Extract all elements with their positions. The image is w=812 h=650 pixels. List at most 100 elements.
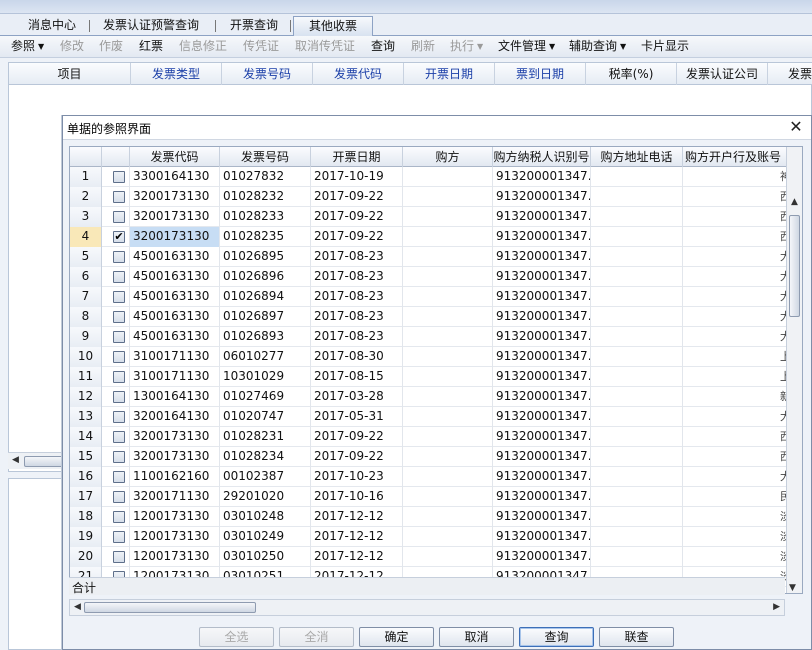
cell-issue-date[interactable]: 2017-08-23 bbox=[311, 287, 403, 307]
cell-buyer-taxid[interactable]: 913200001347… bbox=[493, 487, 591, 507]
cell-buyer-taxid[interactable]: 913200001347… bbox=[493, 167, 591, 187]
cell-buyer-taxid[interactable]: 913200001347… bbox=[493, 267, 591, 287]
scroll-left-icon[interactable]: ◀ bbox=[74, 602, 81, 612]
cell-invoice-number[interactable]: 01026894 bbox=[220, 287, 311, 307]
cell-invoice-number[interactable]: 01026895 bbox=[220, 247, 311, 267]
column-header-tax-rate[interactable]: 税率(%) bbox=[586, 63, 677, 85]
cell-buyer[interactable] bbox=[403, 287, 493, 307]
column-header-arrival-date[interactable]: 票到日期 bbox=[495, 63, 586, 85]
refresh-button[interactable]: 刷新 bbox=[411, 36, 435, 58]
ok-button[interactable]: 确定 bbox=[359, 627, 434, 647]
cell-invoice-number[interactable]: 03010250 bbox=[220, 547, 311, 567]
cell-invoice-code[interactable]: 3200173130 bbox=[130, 187, 220, 207]
cell-buyer[interactable] bbox=[403, 187, 493, 207]
scroll-left-icon[interactable]: ◀ bbox=[12, 455, 19, 465]
checkbox[interactable] bbox=[113, 531, 125, 543]
checkbox-checked[interactable]: ✔ bbox=[113, 231, 125, 243]
cell-invoice-code[interactable]: 1100162160 bbox=[130, 467, 220, 487]
table-row[interactable]: 18 1200173130 03010248 2017-12-12 9132000013… bbox=[70, 507, 786, 527]
cell-invoice-number[interactable]: 01020747 bbox=[220, 407, 311, 427]
cell-buyer-taxid[interactable]: 913200001347… bbox=[493, 287, 591, 307]
card-view-button[interactable]: 卡片显示 bbox=[641, 36, 689, 58]
cell-buyer-address-phone[interactable] bbox=[591, 447, 683, 467]
cell-buyer-address-phone[interactable] bbox=[591, 547, 683, 567]
cell-invoice-code[interactable]: 1300164130 bbox=[130, 387, 220, 407]
column-header-issue-date[interactable]: 开票日期 bbox=[404, 63, 495, 85]
modify-button[interactable]: 修改 bbox=[60, 36, 84, 58]
cell-buyer-address-phone[interactable] bbox=[591, 347, 683, 367]
cell-buyer-bank-account[interactable]: 淡 bbox=[683, 527, 786, 547]
cell-buyer[interactable] bbox=[403, 207, 493, 227]
cell-issue-date[interactable]: 2017-09-22 bbox=[311, 187, 403, 207]
cell-buyer[interactable] bbox=[403, 247, 493, 267]
cell-buyer-bank-account[interactable]: 神 bbox=[683, 167, 786, 187]
cell-buyer-taxid[interactable]: 913200001347… bbox=[493, 227, 591, 247]
cell-invoice-number[interactable]: 01026893 bbox=[220, 327, 311, 347]
cell-invoice-code[interactable]: 3300164130 bbox=[130, 167, 220, 187]
cell-buyer-taxid[interactable]: 913200001347… bbox=[493, 507, 591, 527]
cell-invoice-number[interactable]: 01028235 bbox=[220, 227, 311, 247]
cell-issue-date[interactable]: 2017-12-12 bbox=[311, 547, 403, 567]
column-header-invoice-code[interactable]: 发票代码 bbox=[130, 147, 220, 167]
checkbox[interactable] bbox=[113, 351, 125, 363]
cell-buyer-taxid[interactable]: 913200001347… bbox=[493, 387, 591, 407]
cell-buyer-taxid[interactable]: 913200001347… bbox=[493, 447, 591, 467]
cell-buyer-address-phone[interactable] bbox=[591, 527, 683, 547]
cell-issue-date[interactable]: 2017-09-22 bbox=[311, 207, 403, 227]
column-header-issue-date[interactable]: 开票日期 bbox=[311, 147, 403, 167]
cell-invoice-code[interactable]: 3200173130 bbox=[130, 427, 220, 447]
cell-buyer[interactable] bbox=[403, 367, 493, 387]
cell-invoice-number[interactable]: 03010249 bbox=[220, 527, 311, 547]
cell-invoice-number[interactable]: 01026896 bbox=[220, 267, 311, 287]
cell-invoice-number[interactable]: 01028233 bbox=[220, 207, 311, 227]
cell-buyer-bank-account[interactable]: 大 bbox=[683, 287, 786, 307]
table-row[interactable]: 15 3200173130 01028234 2017-09-22 9132000013… bbox=[70, 447, 786, 467]
tab-message-center[interactable]: 消息中心 bbox=[22, 16, 82, 36]
checkbox[interactable] bbox=[113, 171, 125, 183]
column-header-invoice-truncated[interactable]: 发票 bbox=[768, 63, 812, 85]
cell-invoice-code[interactable]: 3100171130 bbox=[130, 367, 220, 387]
cell-buyer-address-phone[interactable] bbox=[591, 427, 683, 447]
tab-other-receipts[interactable]: 其他收票 bbox=[293, 16, 373, 36]
cell-buyer-taxid[interactable]: 913200001347… bbox=[493, 527, 591, 547]
column-header-invoice-code[interactable]: 发票代码 bbox=[313, 63, 404, 85]
aux-query-menu[interactable]: 辅助查询 ▼ bbox=[569, 36, 626, 58]
cell-invoice-number[interactable]: 01028234 bbox=[220, 447, 311, 467]
cell-buyer[interactable] bbox=[403, 387, 493, 407]
grid-horizontal-scrollbar[interactable]: ◀ ▶ bbox=[69, 599, 785, 616]
cell-buyer-bank-account[interactable]: 西 bbox=[683, 207, 786, 227]
cell-invoice-code[interactable]: 4500163130 bbox=[130, 267, 220, 287]
cell-invoice-code[interactable]: 1200173130 bbox=[130, 527, 220, 547]
cell-issue-date[interactable]: 2017-10-16 bbox=[311, 487, 403, 507]
checkbox[interactable] bbox=[113, 391, 125, 403]
cell-buyer-bank-account[interactable]: 淡 bbox=[683, 547, 786, 567]
checkbox[interactable] bbox=[113, 191, 125, 203]
cell-issue-date[interactable]: 2017-12-12 bbox=[311, 527, 403, 547]
cell-invoice-number[interactable]: 03010248 bbox=[220, 507, 311, 527]
cell-invoice-code[interactable]: 3200173130 bbox=[130, 227, 220, 247]
tab-issue-query[interactable]: 开票查询 bbox=[224, 16, 284, 36]
cell-issue-date[interactable]: 2017-09-22 bbox=[311, 427, 403, 447]
cell-buyer-taxid[interactable]: 913200001347… bbox=[493, 467, 591, 487]
file-management-menu[interactable]: 文件管理 ▼ bbox=[498, 36, 555, 58]
scroll-thumb[interactable] bbox=[789, 215, 800, 317]
cell-invoice-number[interactable]: 01027469 bbox=[220, 387, 311, 407]
cell-buyer-address-phone[interactable] bbox=[591, 187, 683, 207]
query-button[interactable]: 查询 bbox=[371, 36, 395, 58]
cell-buyer[interactable] bbox=[403, 327, 493, 347]
cell-invoice-code[interactable]: 4500163130 bbox=[130, 327, 220, 347]
column-header-buyer-address-phone[interactable]: 购方地址电话 bbox=[591, 147, 683, 167]
table-row[interactable]: 4 ✔ 3200173130 01028235 2017-09-22 9132000013… bbox=[70, 227, 786, 247]
table-row[interactable]: 6 4500163130 01026896 2017-08-23 91320000134… bbox=[70, 267, 786, 287]
checkbox[interactable] bbox=[113, 451, 125, 463]
cell-invoice-code[interactable]: 4500163130 bbox=[130, 247, 220, 267]
checkbox[interactable] bbox=[113, 491, 125, 503]
cell-issue-date[interactable]: 2017-10-23 bbox=[311, 467, 403, 487]
checkbox[interactable] bbox=[113, 411, 125, 423]
cell-issue-date[interactable]: 2017-08-15 bbox=[311, 367, 403, 387]
cancel-post-voucher-button[interactable]: 取消传凭证 bbox=[295, 36, 355, 58]
cell-buyer-taxid[interactable]: 913200001347… bbox=[493, 207, 591, 227]
cell-buyer-address-phone[interactable] bbox=[591, 327, 683, 347]
cell-buyer-address-phone[interactable] bbox=[591, 267, 683, 287]
checkbox[interactable] bbox=[113, 311, 125, 323]
